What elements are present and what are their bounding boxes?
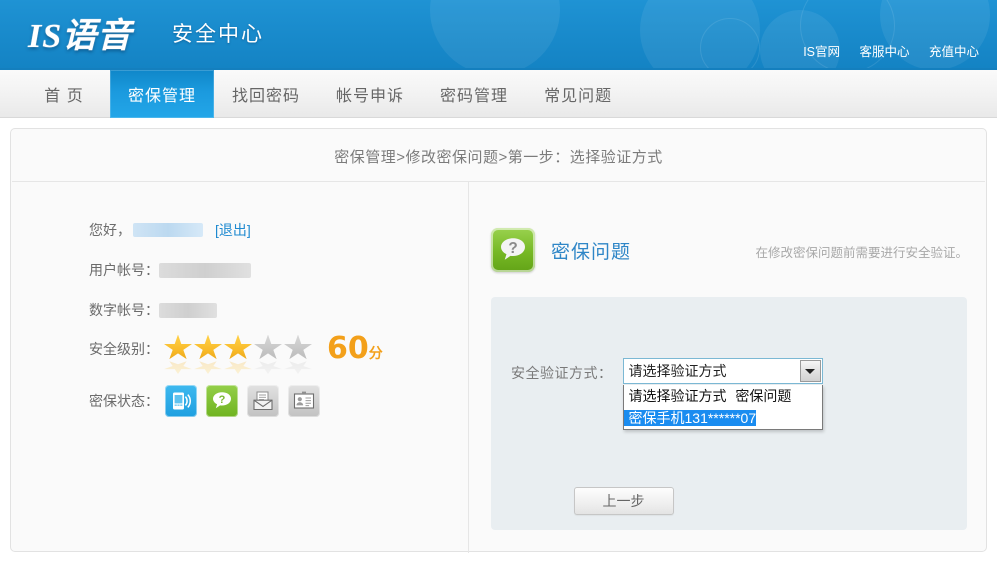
verification-method-row: 安全验证方式： 请选择验证方式 请选择验证方式 密保问题 密保手机131****… — [511, 358, 823, 430]
svg-text:?: ? — [508, 240, 517, 257]
security-score-unit: 分 — [368, 346, 383, 362]
verification-method-selected-value: 请选择验证方式 — [628, 363, 727, 379]
dropdown-option[interactable]: 密保问题 — [730, 388, 791, 404]
panel-title: 密保问题 — [551, 241, 632, 263]
user-account-row: 用户帐号： — [89, 260, 251, 280]
email-icon[interactable] — [247, 385, 279, 417]
star-filled — [193, 334, 223, 364]
nav-item-security-management[interactable]: 密保管理 — [110, 70, 215, 118]
security-question-badge-icon: ? — [491, 228, 535, 272]
security-score: 60分 — [327, 334, 383, 364]
breadcrumb: 密保管理>修改密保问题>第一步：选择验证方式 — [334, 149, 663, 166]
nav-item-retrieve-password[interactable]: 找回密码 — [214, 70, 318, 118]
greeting-row: 您好， [退出] — [89, 220, 251, 240]
site-logo: IS语音 — [28, 18, 133, 55]
dropdown-option[interactable]: 请选择验证方式 — [624, 388, 727, 404]
nav-item-account-appeal[interactable]: 帐号申诉 — [318, 70, 422, 118]
security-status-label: 密保状态： — [89, 393, 159, 409]
site-header-banner: IS语音 安全中心 IS官网 客服中心 充值中心 — [0, 0, 997, 68]
nav-item-home[interactable]: 首 页 — [18, 70, 110, 118]
dropdown-option-selected[interactable]: 密保手机131******07 — [623, 410, 757, 426]
site-logo-subtitle: 安全中心 — [172, 23, 264, 46]
star-empty — [253, 334, 283, 364]
security-status-icons: ? — [165, 385, 320, 417]
verification-method-select-wrapper: 请选择验证方式 请选择验证方式 密保问题 密保手机131******07 — [622, 358, 823, 430]
verification-method-select[interactable]: 请选择验证方式 — [622, 358, 823, 384]
link-service-center[interactable]: 客服中心 — [859, 45, 909, 59]
link-official-site[interactable]: IS官网 — [803, 45, 840, 59]
security-status-row: 密保状态： ? — [89, 385, 320, 417]
svg-text:?: ? — [219, 394, 226, 406]
security-question-icon[interactable]: ? — [206, 385, 238, 417]
greeting-value-masked — [133, 223, 203, 237]
security-score-value: 60 — [327, 331, 369, 366]
id-card-icon[interactable] — [288, 385, 320, 417]
star-filled — [223, 334, 253, 364]
back-button[interactable]: 上一步 — [573, 487, 674, 515]
panel-note: 在修改密保问题前需要进行安全验证。 — [755, 246, 968, 260]
panel-header: ? 密保问题 — [491, 228, 631, 272]
verification-method-label: 安全验证方式： — [511, 365, 613, 381]
security-level-row: 安全级别： 60分 — [89, 334, 383, 364]
main-content-card: 密保管理>修改密保问题>第一步：选择验证方式 您好， [退出] 用户帐号： 数字… — [10, 128, 987, 553]
link-recharge-center[interactable]: 充值中心 — [929, 45, 979, 59]
mobile-phone-icon[interactable] — [165, 385, 197, 417]
header-links: IS官网 客服中心 充值中心 — [787, 41, 979, 60]
chevron-down-icon[interactable] — [799, 360, 821, 382]
main-navigation: 首 页 密保管理 找回密码 帐号申诉 密码管理 常见问题 — [0, 68, 997, 118]
greeting-label: 您好， — [89, 222, 131, 238]
security-level-stars — [163, 334, 313, 364]
decorative-bubble — [430, 0, 560, 68]
digit-account-row: 数字帐号： — [89, 300, 217, 320]
security-level-label: 安全级别： — [89, 341, 159, 357]
form-actions: 上一步 — [11, 487, 986, 515]
logout-link[interactable]: [退出] — [215, 220, 251, 240]
star-empty — [283, 334, 313, 364]
user-account-label: 用户帐号： — [89, 262, 159, 278]
digit-account-value-masked — [159, 302, 217, 318]
digit-account-label: 数字帐号： — [89, 302, 159, 318]
star-filled — [163, 334, 193, 364]
verification-method-dropdown: 请选择验证方式 密保问题 密保手机131******07 — [622, 385, 823, 430]
user-account-value-masked — [159, 262, 251, 278]
nav-item-password-management[interactable]: 密码管理 — [422, 70, 526, 118]
nav-item-faq[interactable]: 常见问题 — [526, 70, 630, 118]
